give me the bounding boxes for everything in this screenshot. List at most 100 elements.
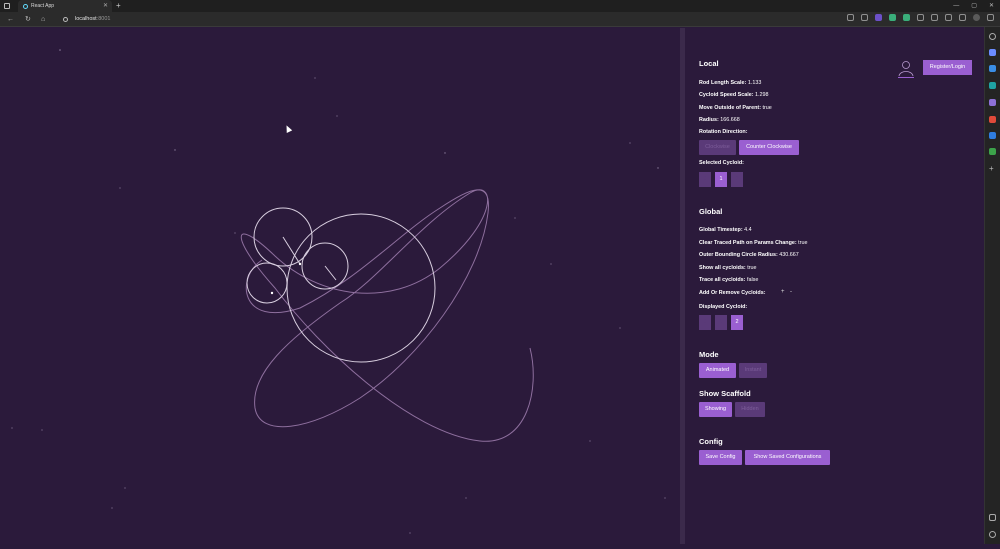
browser-titlebar: React App ✕ + — ▢ ✕ (0, 0, 1000, 12)
trace-all-label: Trace all cycloids: (699, 277, 746, 283)
window-menu-icon[interactable] (4, 3, 10, 9)
office-icon[interactable] (989, 116, 996, 123)
maximize-button[interactable]: ▢ (971, 0, 977, 12)
outer-radius-value: 430.667 (779, 252, 799, 258)
games-icon[interactable] (989, 99, 996, 106)
home-button[interactable]: ⌂ (41, 13, 45, 26)
displayed-cycloid-label: Displayed Cycloid: (699, 304, 748, 310)
extension-green-icon[interactable] (889, 14, 896, 21)
rotation-direction-row: Rotation Direction: (699, 129, 748, 135)
rotation-direction-label: Rotation Direction: (699, 129, 748, 135)
selected-cycloid-row: Selected Cycloid: (699, 160, 744, 166)
outer-radius-label: Outer Bounding Circle Radius: (699, 252, 778, 258)
rod-length-scale-value: 1.133 (747, 80, 762, 86)
sidebar-layout-icon[interactable] (989, 514, 996, 521)
clear-traced-row: Clear Traced Path on Params Change: true (699, 240, 807, 246)
scaffold-hidden-button[interactable]: Hidden (735, 402, 765, 417)
new-tab-button[interactable]: + (116, 0, 121, 12)
displayed-cycloid-option-2[interactable]: 2 (731, 315, 743, 330)
register-login-button[interactable]: Register/Login (923, 60, 972, 75)
url-port: :8001 (96, 16, 111, 22)
browser-toolbar: ← ↻ ⌂ localhost:8001 (0, 12, 1000, 27)
cycloid-speed-scale-label: Cycloid Speed Scale: (699, 92, 754, 98)
add-remove-label: Add Or Remove Cycloids: (699, 290, 766, 296)
selected-cycloid-label: Selected Cycloid: (699, 160, 744, 166)
instant-mode-button[interactable]: Instant (739, 363, 767, 378)
show-all-row: Show all cycloids: true (699, 265, 757, 271)
outlook-icon[interactable] (989, 132, 996, 139)
collections-icon[interactable] (959, 14, 966, 21)
clear-traced-value: true (798, 240, 808, 246)
outer-radius-row: Outer Bounding Circle Radius: 430.667 (699, 252, 799, 258)
scaffold-showing-button[interactable]: Showing (699, 402, 732, 417)
global-timestep-row: Global Timestep: 4.4 (699, 227, 752, 233)
animated-mode-button[interactable]: Animated (699, 363, 736, 378)
back-button[interactable]: ← (7, 13, 14, 26)
config-section-title: Config (699, 437, 723, 446)
global-section-title: Global (699, 207, 723, 216)
profile-avatar[interactable] (973, 14, 980, 21)
close-tab-icon[interactable]: ✕ (103, 0, 108, 12)
show-all-value: true (747, 265, 757, 271)
remove-cycloid-button[interactable]: - (790, 289, 792, 295)
cycloid-speed-scale-row: Cycloid Speed Scale: 1.298 (699, 92, 769, 98)
displayed-cycloid-option-0[interactable]: 0 (699, 315, 711, 330)
close-window-button[interactable]: ✕ (989, 0, 994, 12)
counter-clockwise-button[interactable]: Counter Clockwise (739, 140, 799, 155)
edge-sidebar: + (984, 27, 1000, 544)
move-outside-label: Move Outside of Parent: (699, 105, 762, 111)
sidebar-settings-icon[interactable] (989, 531, 996, 538)
save-config-button[interactable]: Save Config (699, 450, 742, 465)
favorite-star-icon[interactable] (861, 14, 868, 21)
site-info-icon[interactable] (63, 17, 68, 22)
scaffold-circles (246, 207, 436, 363)
radius-value: 166.668 (720, 117, 740, 123)
drop-icon[interactable] (989, 148, 996, 155)
displayed-cycloid-row: Displayed Cycloid: (699, 304, 747, 310)
extensions-puzzle-icon[interactable] (931, 14, 938, 21)
show-saved-configurations-button[interactable]: Show Saved Configurations (745, 450, 830, 465)
url-host: localhost (75, 16, 97, 22)
selected-cycloid-option-2[interactable]: 2 (731, 172, 743, 187)
clockwise-button[interactable]: Clockwise (699, 140, 736, 155)
tools-icon[interactable] (989, 82, 996, 89)
tab-title: React App (31, 3, 55, 9)
displayed-cycloid-option-1[interactable]: 1 (715, 315, 727, 330)
copilot-icon[interactable] (989, 49, 996, 56)
more-menu-icon[interactable] (987, 14, 994, 21)
cycloid-drawing (11, 49, 666, 534)
add-remove-row: Add Or Remove Cycloids: (699, 290, 766, 296)
trace-all-row: Trace all cycloids: false (699, 277, 758, 283)
clear-traced-label: Clear Traced Path on Params Change: (699, 240, 797, 246)
extension-grammar-icon[interactable] (903, 14, 910, 21)
cycloid-canvas[interactable] (0, 28, 680, 544)
selected-cycloid-option-0[interactable]: 0 (699, 172, 711, 187)
search-icon[interactable] (989, 33, 996, 40)
local-section-title: Local (699, 59, 719, 68)
shopping-icon[interactable] (989, 65, 996, 72)
favorites-icon[interactable] (945, 14, 952, 21)
browser-tab[interactable]: React App ✕ (18, 0, 112, 12)
global-timestep-value: 4.4 (744, 227, 752, 233)
react-favicon-icon (23, 3, 28, 9)
extension-gear-icon[interactable] (917, 14, 924, 21)
trace-all-value: false (746, 277, 759, 283)
rod-length-scale-label: Rod Length Scale: (699, 80, 747, 86)
reload-button[interactable]: ↻ (25, 13, 31, 26)
global-timestep-label: Global Timestep: (699, 227, 743, 233)
minimize-button[interactable]: — (953, 0, 959, 12)
starfield (11, 49, 666, 534)
rod-length-scale-row: Rod Length Scale: 1.133 (699, 80, 761, 86)
add-cycloid-button[interactable]: + (781, 289, 785, 295)
mode-section-title: Mode (699, 350, 719, 359)
add-sidebar-app-icon[interactable]: + (989, 165, 996, 173)
move-outside-value: true (762, 105, 772, 111)
scaffold-section-title: Show Scaffold (699, 389, 751, 398)
user-profile-icon[interactable] (897, 60, 915, 78)
show-all-label: Show all cycloids: (699, 265, 746, 271)
read-aloud-icon[interactable] (847, 14, 854, 21)
address-bar[interactable]: localhost:8001 (60, 14, 110, 25)
selected-cycloid-option-1[interactable]: 1 (715, 172, 727, 187)
extension-purple-icon[interactable] (875, 14, 882, 21)
radius-row: Radius: 166.668 (699, 117, 740, 123)
